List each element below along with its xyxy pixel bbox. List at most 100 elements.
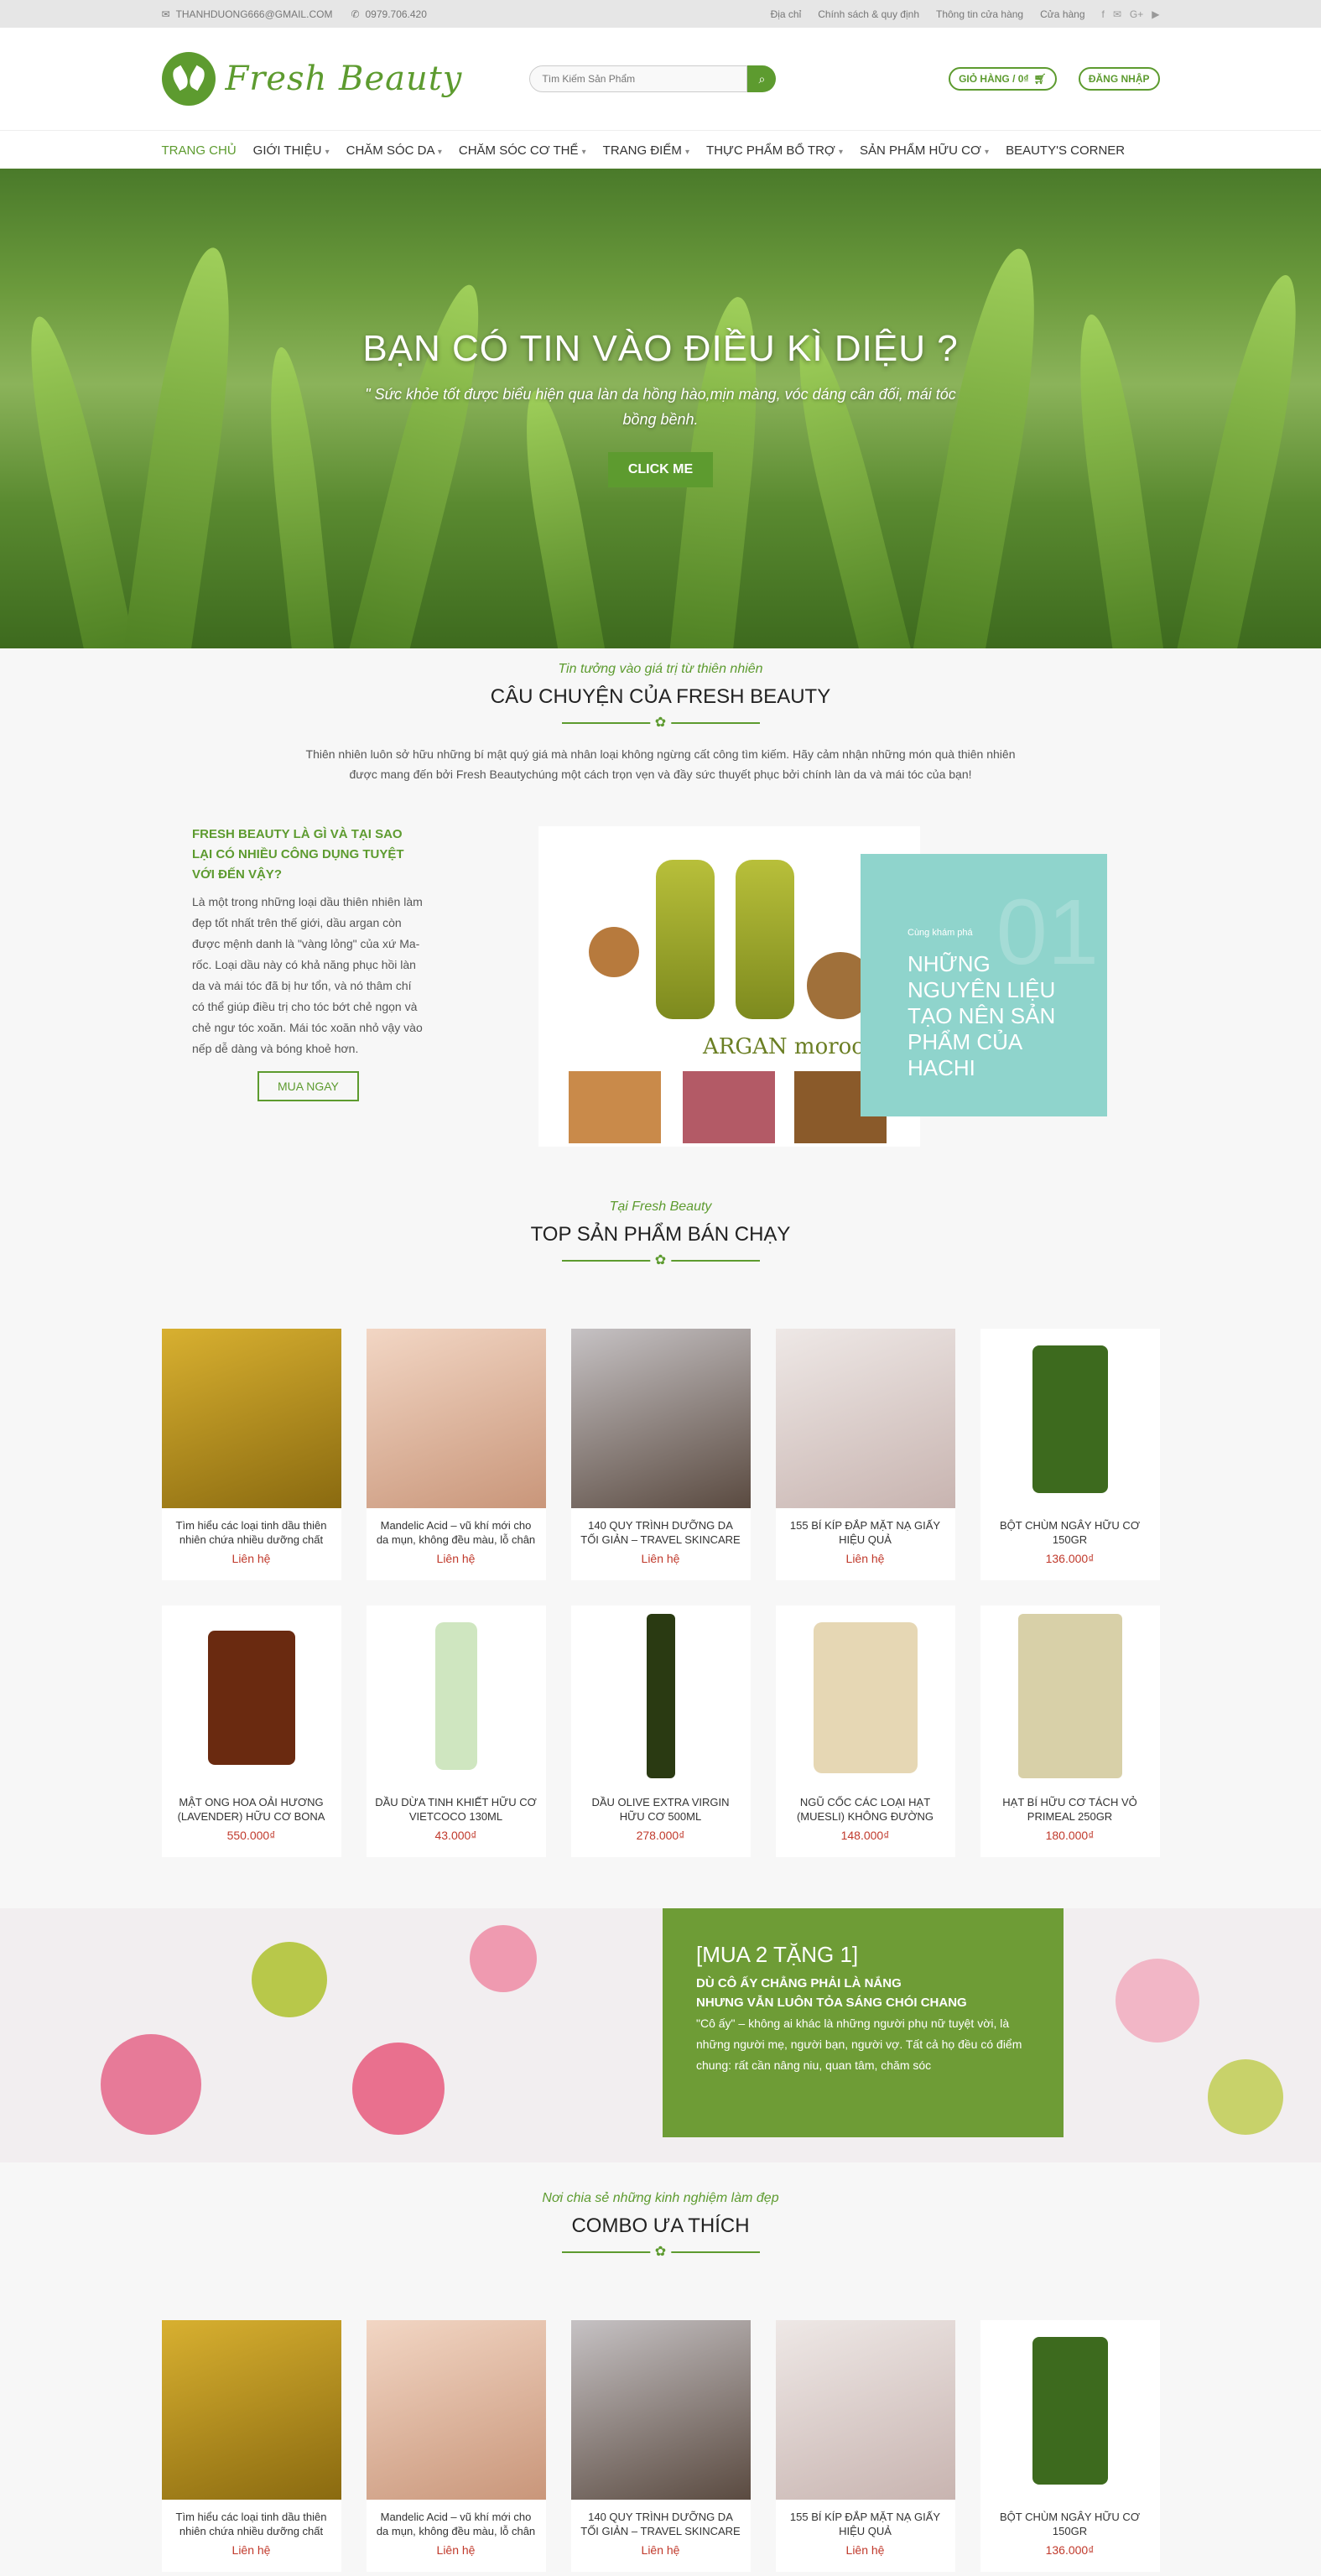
nav-about[interactable]: GIỚI THIỆU ▾ [253,143,330,158]
bottle-shape [736,860,794,1019]
product-name[interactable]: 155 BÍ KÍP ĐẮP MẶT NẠ GIẤY HIỆU QUẢ [776,2500,955,2542]
email-contact[interactable]: ✉ THANHDUONG666@GMAIL.COM [162,8,333,20]
combo-section: Nơi chia sẻ những kinh nghiệm làm đẹp CO… [0,2191,1321,2572]
phone-contact[interactable]: ✆ 0979.706.420 [351,8,426,20]
product-price: Liên hệ [641,2543,680,2557]
mail-icon: ✉ [161,8,170,20]
facebook-icon[interactable]: f [1102,8,1105,20]
top-bar: ✉ THANHDUONG666@GMAIL.COM ✆ 0979.706.420 Đ… [0,0,1321,28]
product-card[interactable]: Tìm hiểu các loại tinh dầu thiên nhiên c… [161,2320,341,2572]
product-card[interactable]: 155 BÍ KÍP ĐẮP MẶT NẠ GIẤY HIỆU QUẢ Liên … [775,2320,955,2572]
product-price: Liên hệ [231,1552,271,1565]
logo-text: Fresh Beauty [225,60,463,98]
search-input[interactable] [529,65,748,92]
nav-makeup[interactable]: TRANG ĐIỂM ▾ [603,143,689,158]
product-name[interactable]: Tìm hiểu các loại tinh dầu thiên nhiên c… [162,1508,341,1550]
toplink-address[interactable]: Địa chỉ [771,8,802,20]
story-intro: Thiên nhiên luôn sở hữu những bí mật quý… [305,747,1016,781]
product-name[interactable]: Mandelic Acid – vũ khí mới cho da mụn, k… [367,2500,546,2542]
toplink-store[interactable]: Cửa hàng [1040,8,1084,20]
youtube-icon[interactable]: ▶ [1152,8,1159,20]
product-card[interactable]: DẦU DỪA TINH KHIẾT HỮU CƠ VIETCOCO 130ML… [366,1605,546,1857]
product-image [570,2320,751,2500]
product-card[interactable]: 140 QUY TRÌNH DƯỠNG DA TỐI GIẢN – TRAVEL… [570,2320,751,2572]
jar-shape [1032,1345,1108,1493]
flower-shape [252,1942,327,2017]
nav-beauty-corner[interactable]: BEAUTY'S CORNER [1006,143,1125,158]
product-price: 180.000₫ [1045,1829,1095,1842]
teal-feature-card[interactable]: 01 Cùng khám phá NHỮNG NGUYÊN LIỆU TẠO N… [861,854,1107,1116]
product-image [980,2320,1160,2500]
section-subtitle: Nơi chia sẻ những kinh nghiệm làm đẹp [542,2191,779,2205]
product-image [570,1605,751,1785]
promo-box: [MUA 2 TẶNG 1] DÙ CÔ ẤY CHẲNG PHẢI LÀ NẮ… [663,1908,1064,2137]
toplink-policy[interactable]: Chính sách & quy định [818,8,919,20]
product-price: 136.000₫ [1045,2543,1095,2557]
product-image [980,1329,1160,1508]
product-name[interactable]: BỘT CHÙM NGÂY HỮU CƠ 150GR [980,2500,1160,2542]
story-left-column: FRESH BEAUTY LÀ GÌ VÀ TẠI SAO LẠI CÓ NHI… [192,825,423,1101]
site-logo[interactable]: Fresh Beauty [161,52,463,106]
product-name[interactable]: 155 BÍ KÍP ĐẮP MẶT NẠ GIẤY HIỆU QUẢ [776,1508,955,1550]
product-image [161,1329,341,1508]
google-plus-icon[interactable]: G+ [1130,8,1143,20]
nav-makeup-label: TRANG ĐIỂM [602,143,682,158]
login-button[interactable]: ĐĂNG NHẬP [1078,67,1160,91]
nav-skincare-label: CHĂM SÓC DA [346,143,434,158]
story-heading: FRESH BEAUTY LÀ GÌ VÀ TẠI SAO LẠI CÓ NHI… [192,827,404,882]
product-card[interactable]: MẬT ONG HOA OẢI HƯƠNG (LAVENDER) HỮU CƠ … [161,1605,341,1857]
product-price: 43.000₫ [434,1829,477,1842]
top-products-section: Tại Fresh Beauty TOP SẢN PHẨM BÁN CHẠY T… [0,1200,1321,1857]
product-price: 278.000₫ [636,1829,685,1842]
product-price: Liên hệ [845,1552,885,1565]
product-name[interactable]: 140 QUY TRÌNH DƯỠNG DA TỐI GIẢN – TRAVEL… [571,2500,751,2542]
product-name[interactable]: HẠT BÍ HỮU CƠ TÁCH VỎ PRIMEAL 250GR [980,1785,1160,1827]
product-name[interactable]: DẦU DỪA TINH KHIẾT HỮU CƠ VIETCOCO 130ML [367,1785,546,1827]
product-card[interactable]: Tìm hiểu các loại tinh dầu thiên nhiên c… [161,1329,341,1580]
nav-supplements[interactable]: THỰC PHẨM BỔ TRỢ ▾ [706,143,843,158]
bottle-shape [646,1614,675,1778]
product-card[interactable]: BỘT CHÙM NGÂY HỮU CƠ 150GR 136.000₫ [980,2320,1160,2572]
product-card[interactable]: BỘT CHÙM NGÂY HỮU CƠ 150GR 136.000₫ [980,1329,1160,1580]
promo-title: [MUA 2 TẶNG 1] [696,1942,859,1967]
product-card[interactable]: Mandelic Acid – vũ khí mới cho da mụn, k… [366,2320,546,2572]
product-card[interactable]: 140 QUY TRÌNH DƯỠNG DA TỐI GIẢN – TRAVEL… [570,1329,751,1580]
product-card[interactable]: 155 BÍ KÍP ĐẮP MẶT NẠ GIẤY HIỆU QUẢ Liên … [775,1329,955,1580]
product-image [775,1329,955,1508]
chevron-down-icon: ▾ [325,147,330,157]
product-name[interactable]: 140 QUY TRÌNH DƯỠNG DA TỐI GIẢN – TRAVEL… [571,1508,751,1550]
toplink-store-info[interactable]: Thông tin cửa hàng [936,8,1023,20]
product-price: Liên hệ [845,2543,885,2557]
search-button[interactable]: ⌕ [747,65,777,92]
product-name[interactable]: NGŨ CỐC CÁC LOẠI HẠT (MUESLI) KHÔNG ĐƯỜN… [776,1785,955,1827]
section-title: CÂU CHUYỆN CỦA FRESH BEAUTY [490,685,831,708]
hero-quote: " Sức khỏe tốt được biểu hiện qua làn da… [365,386,956,428]
product-card[interactable]: DẦU OLIVE EXTRA VIRGIN HỮU CƠ 500ML 278.0… [570,1605,751,1857]
hero-banner: BẠN CÓ TIN VÀO ĐIỀU KÌ DIỆU ? " Sức khỏe… [0,169,1321,648]
nut-shape [589,927,639,977]
product-image [570,1329,751,1508]
cart-button[interactable]: GIỎ HÀNG / 0₫ 🛒︎ [949,67,1057,91]
product-card[interactable]: Mandelic Acid – vũ khí mới cho da mụn, k… [366,1329,546,1580]
phone-text: 0979.706.420 [365,8,427,20]
nav-home[interactable]: TRANG CHỦ [162,143,237,158]
product-name[interactable]: Tìm hiểu các loại tinh dầu thiên nhiên c… [162,2500,341,2542]
product-name[interactable]: DẦU OLIVE EXTRA VIRGIN HỮU CƠ 500ML [571,1785,751,1827]
product-card[interactable]: NGŨ CỐC CÁC LOẠI HẠT (MUESLI) KHÔNG ĐƯỜN… [775,1605,955,1857]
promo-text: "Cô ấy" – không ai khác là những người p… [696,2017,1022,2072]
nav-bodycare[interactable]: CHĂM SÓC CƠ THỂ ▾ [459,143,586,158]
product-name[interactable]: MẬT ONG HOA OẢI HƯƠNG (LAVENDER) HỮU CƠ … [162,1785,341,1827]
nav-organic[interactable]: SẢN PHẨM HỮU CƠ ▾ [860,143,989,158]
chevron-down-icon: ▾ [685,147,690,157]
phone-icon: ✆ [351,8,360,20]
flower-shape [1208,2059,1283,2135]
hero-cta-button[interactable]: CLICK ME [607,452,714,487]
product-price: Liên hệ [436,1552,476,1565]
email-icon[interactable]: ✉ [1113,8,1121,20]
product-card[interactable]: HẠT BÍ HỮU CƠ TÁCH VỎ PRIMEAL 250GR 180.0… [980,1605,1160,1857]
product-name[interactable]: Mandelic Acid – vũ khí mới cho da mụn, k… [367,1508,546,1550]
product-price: 148.000₫ [840,1829,890,1842]
nav-skincare[interactable]: CHĂM SÓC DA ▾ [346,143,442,158]
buy-now-button[interactable]: MUA NGAY [257,1071,359,1101]
product-name[interactable]: BỘT CHÙM NGÂY HỮU CƠ 150GR [980,1508,1160,1550]
